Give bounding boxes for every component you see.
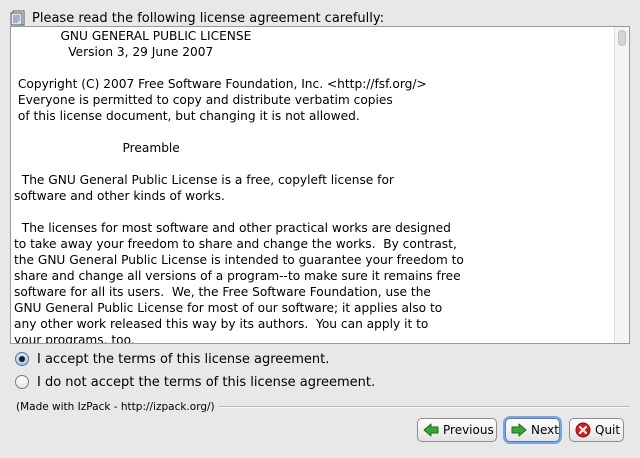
license-scrollbar[interactable] <box>614 27 629 343</box>
quit-button[interactable]: Quit <box>569 418 624 442</box>
made-with-separator: (Made with IzPack - http://izpack.org/) <box>16 400 630 414</box>
separator-line <box>218 406 630 408</box>
installer-window: Please read the following license agreem… <box>0 0 640 458</box>
quit-button-label: Quit <box>595 423 621 437</box>
next-button[interactable]: Next <box>505 418 560 442</box>
arrow-left-icon <box>423 423 439 437</box>
arrow-right-icon <box>511 423 527 437</box>
accept-radio-label[interactable]: I accept the terms of this license agree… <box>37 352 329 367</box>
license-text: GNU GENERAL PUBLIC LICENSE Version 3, 29… <box>14 29 464 344</box>
close-circle-icon <box>575 422 591 438</box>
made-with-label: (Made with IzPack - http://izpack.org/) <box>16 401 215 413</box>
license-header: Please read the following license agreem… <box>10 9 384 27</box>
license-scrollbar-thumb[interactable] <box>618 30 626 46</box>
previous-button[interactable]: Previous <box>417 418 497 442</box>
previous-button-label: Previous <box>443 423 494 437</box>
next-button-label: Next <box>531 423 559 437</box>
document-icon <box>10 10 25 26</box>
decline-radio-label[interactable]: I do not accept the terms of this licens… <box>37 375 375 390</box>
decline-radio-option[interactable]: I do not accept the terms of this licens… <box>15 372 375 392</box>
decline-radio-button[interactable] <box>15 375 29 389</box>
license-header-text: Please read the following license agreem… <box>32 10 385 26</box>
accept-radio-option[interactable]: I accept the terms of this license agree… <box>15 349 329 369</box>
accept-radio-button[interactable] <box>15 352 29 366</box>
license-text-area[interactable]: GNU GENERAL PUBLIC LICENSE Version 3, 29… <box>10 26 630 344</box>
